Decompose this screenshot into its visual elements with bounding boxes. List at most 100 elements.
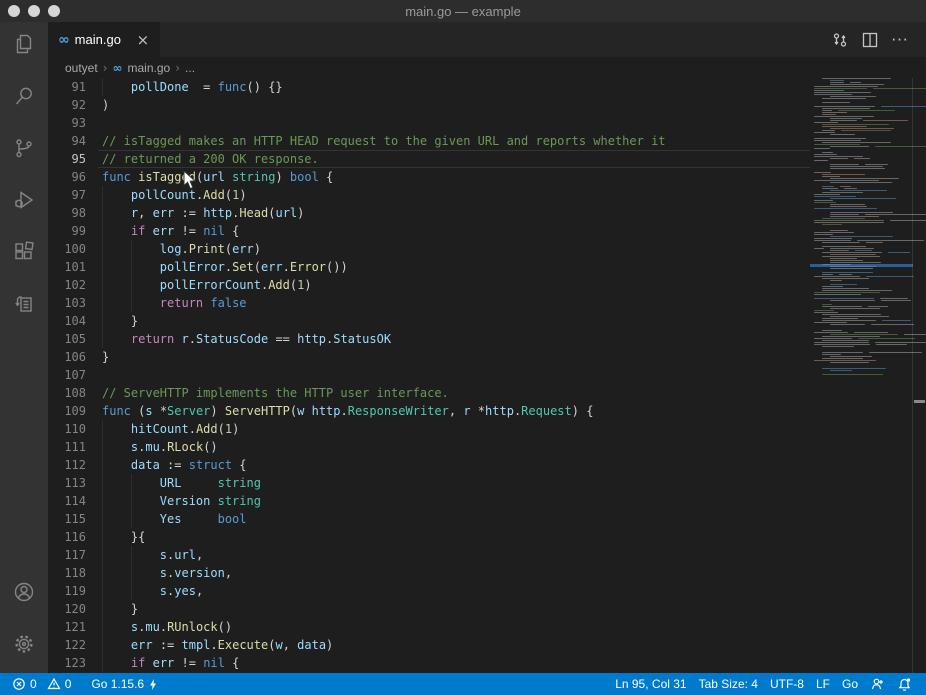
minimap-line [814, 92, 871, 93]
references-button[interactable] [0, 282, 48, 326]
minimap-line [822, 102, 850, 103]
code-line[interactable]: 112 data := struct { [48, 456, 926, 474]
minimize-window-button[interactable] [28, 5, 40, 17]
indentation-status[interactable]: Tab Size: 4 [693, 673, 764, 695]
source-control-button[interactable] [0, 126, 48, 170]
tab-main-go[interactable]: ∞ main.go × [48, 22, 160, 57]
minimap-line [822, 78, 891, 79]
close-window-button[interactable] [8, 5, 20, 17]
code-line[interactable]: 117 s.url, [48, 546, 926, 564]
breadcrumb-item-folder[interactable]: outyet [65, 61, 98, 75]
close-tab-icon[interactable]: × [135, 31, 151, 49]
minimap-line [830, 260, 863, 261]
code-line[interactable]: 116 }{ [48, 528, 926, 546]
minimap-line [822, 126, 867, 127]
indent-guide [102, 420, 103, 438]
line-number: 97 [48, 186, 102, 204]
minimap-line [822, 142, 891, 143]
language-mode-status[interactable]: Go [836, 673, 864, 695]
minimap-line [822, 246, 866, 247]
minimap-line [868, 306, 888, 307]
line-number: 92 [48, 96, 102, 114]
split-editor-button[interactable] [860, 30, 880, 50]
open-changes-button[interactable] [830, 30, 850, 50]
notifications-button[interactable] [891, 673, 918, 695]
code-line[interactable]: 101 pollError.Set(err.Error()) [48, 258, 926, 276]
code-line[interactable]: 109func (s *Server) ServeHTTP(w http.Res… [48, 402, 926, 420]
minimap-line [814, 180, 879, 181]
maximize-window-button[interactable] [48, 5, 60, 17]
code-line[interactable]: 106} [48, 348, 926, 366]
minimap[interactable] [810, 78, 913, 673]
search-button[interactable] [0, 74, 48, 118]
code-editor[interactable]: 91 pollDone = func() {}92)9394// isTagge… [48, 78, 926, 673]
more-actions-button[interactable]: ··· [890, 30, 910, 50]
extensions-button[interactable] [0, 230, 48, 274]
line-number: 109 [48, 402, 102, 420]
code-line[interactable]: 99 if err != nil { [48, 222, 926, 240]
minimap-line [830, 356, 872, 357]
code-line[interactable]: 97 pollCount.Add(1) [48, 186, 926, 204]
minimap-line [814, 238, 852, 239]
code-line[interactable]: 96func isTagged(url string) bool { [48, 168, 926, 186]
line-number: 119 [48, 582, 102, 600]
breadcrumb-item-symbol[interactable]: ... [185, 61, 195, 75]
code-line[interactable]: 93 [48, 114, 926, 132]
code-line[interactable]: 102 pollErrorCount.Add(1) [48, 276, 926, 294]
code-line[interactable]: 91 pollDone = func() {} [48, 78, 926, 96]
minimap-line [822, 252, 882, 253]
eol-status[interactable]: LF [810, 673, 836, 695]
minimap-line [830, 198, 896, 199]
indent-guide [102, 546, 103, 564]
code-line[interactable]: 95// returned a 200 OK response. [48, 150, 926, 168]
code-line[interactable]: 103 return false [48, 294, 926, 312]
minimap-line [822, 98, 866, 99]
settings-button[interactable] [0, 622, 48, 666]
run-debug-button[interactable] [0, 178, 48, 222]
explorer-button[interactable] [0, 22, 48, 66]
code-line[interactable]: 123 if err != nil { [48, 654, 926, 672]
encoding-status[interactable]: UTF-8 [764, 673, 810, 695]
minimap-line [814, 138, 866, 139]
code-line[interactable]: 100 log.Print(err) [48, 240, 926, 258]
code-line[interactable]: 121 s.mu.RUnlock() [48, 618, 926, 636]
code-line[interactable]: 122 err := tmpl.Execute(w, data) [48, 636, 926, 654]
accounts-button[interactable] [0, 570, 48, 614]
indent-guide [102, 78, 103, 96]
activity-bar [0, 22, 48, 673]
overview-ruler[interactable] [912, 78, 926, 673]
editor-group: ∞ main.go × ··· outyet › ∞ [48, 22, 926, 673]
code-line[interactable]: 118 s.version, [48, 564, 926, 582]
minimap-line [830, 324, 865, 325]
problems-status[interactable]: 0 0 [6, 673, 77, 695]
minimap-line [822, 130, 835, 131]
code-line[interactable]: 120 } [48, 600, 926, 618]
code-text: }{ [102, 528, 145, 546]
breadcrumb-item-file[interactable]: main.go [128, 61, 171, 75]
code-text: return r.StatusCode == http.StatusOK [102, 330, 391, 348]
code-line[interactable]: 108// ServeHTTP implements the HTTP user… [48, 384, 926, 402]
code-line[interactable]: 114 Version string [48, 492, 926, 510]
go-version-status[interactable]: Go 1.15.6 [85, 673, 164, 695]
code-line[interactable]: 94// isTagged makes an HTTP HEAD request… [48, 132, 926, 150]
minimap-line [830, 370, 852, 371]
minimap-line [822, 288, 869, 289]
code-line[interactable]: 113 URL string [48, 474, 926, 492]
code-line[interactable]: 110 hitCount.Add(1) [48, 420, 926, 438]
minimap-line [814, 248, 824, 249]
code-line[interactable]: 107 [48, 366, 926, 384]
code-line[interactable]: 115 Yes bool [48, 510, 926, 528]
code-line[interactable]: 119 s.yes, [48, 582, 926, 600]
code-line[interactable]: 92) [48, 96, 926, 114]
code-line[interactable]: 98 r, err := http.Head(url) [48, 204, 926, 222]
code-line[interactable]: 105 return r.StatusCode == http.StatusOK [48, 330, 926, 348]
feedback-button[interactable] [864, 673, 891, 695]
minimap-line [830, 214, 859, 215]
cursor-position-status[interactable]: Ln 95, Col 31 [609, 673, 692, 695]
code-line[interactable]: 111 s.mu.RLock() [48, 438, 926, 456]
minimap-line [814, 338, 852, 339]
indent-guide [131, 474, 132, 492]
indent-guide [102, 618, 103, 636]
code-line[interactable]: 104 } [48, 312, 926, 330]
minimap-line [822, 218, 865, 219]
